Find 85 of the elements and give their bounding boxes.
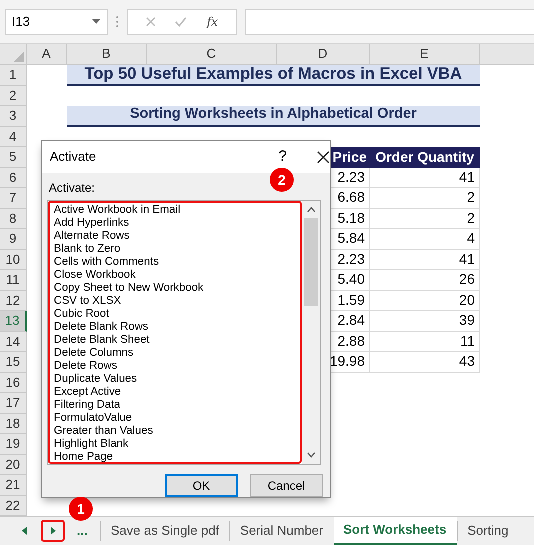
table-cell: 2	[370, 208, 480, 229]
table-cell: 43	[370, 352, 480, 372]
column-header[interactable]: B	[67, 44, 147, 64]
list-item[interactable]: Copy Sheet to New Workbook	[54, 282, 204, 295]
table-header: Order Quantity	[370, 147, 480, 168]
ok-button[interactable]: OK	[165, 474, 238, 497]
sheet-tab[interactable]: Save as Single pdf	[100, 521, 230, 541]
cancel-icon[interactable]	[146, 16, 156, 26]
scroll-thumb[interactable]	[304, 218, 318, 306]
row-header[interactable]: 3	[0, 106, 27, 126]
row-header[interactable]: 9	[0, 229, 27, 250]
row-header[interactable]: 17	[0, 393, 27, 414]
list-item[interactable]: CSV to XLSX	[54, 295, 204, 308]
list-item[interactable]: Delete Blank Rows	[54, 321, 204, 334]
row-header[interactable]: 5	[0, 147, 27, 168]
more-icon[interactable]	[116, 16, 119, 28]
previous-sheet-icon[interactable]	[22, 527, 27, 535]
list-item[interactable]: Cells with Comments	[54, 256, 204, 269]
sheet-tab[interactable]: Sorting	[456, 521, 519, 541]
scrollbar[interactable]	[302, 201, 320, 464]
list-item[interactable]: Delete Rows	[54, 360, 204, 373]
title-cell: Top 50 Useful Examples of Macros in Excel VBA	[67, 65, 480, 86]
help-button[interactable]: ?	[278, 146, 287, 168]
row-header[interactable]: 15	[0, 352, 27, 372]
more-sheets-button[interactable]: ...	[77, 521, 88, 541]
cancel-button[interactable]: Cancel	[250, 474, 323, 497]
list-item[interactable]: Close Workbook	[54, 269, 204, 282]
insert-function-button[interactable]: fx	[206, 12, 218, 30]
column-header[interactable]: D	[277, 44, 370, 64]
row-header[interactable]: 7	[0, 188, 27, 208]
table-cell: 41	[370, 168, 480, 188]
table-cell: 4	[370, 229, 480, 250]
row-header[interactable]: 2	[0, 86, 27, 106]
row-header[interactable]: 4	[0, 126, 27, 147]
list-item[interactable]: Highlight Blank	[54, 438, 204, 451]
list-item[interactable]: Duplicate Values	[54, 373, 204, 386]
list-item[interactable]: Alternate Rows	[54, 230, 204, 243]
row-header[interactable]: 16	[0, 372, 27, 393]
list-item[interactable]: FormulatoValue	[54, 412, 204, 425]
table-cell: 11	[370, 332, 480, 352]
list-item[interactable]: Filtering Data	[54, 399, 204, 412]
select-all-icon[interactable]	[14, 52, 24, 62]
list-item[interactable]: Active Workbook in Email	[54, 204, 204, 217]
enter-icon[interactable]	[175, 16, 188, 26]
subtitle-cell: Sorting Worksheets in Alphabetical Order	[67, 106, 480, 126]
sheet-tab[interactable]: Sort Worksheets	[334, 517, 457, 545]
close-icon[interactable]	[317, 150, 330, 164]
name-box[interactable]: I13	[5, 8, 108, 34]
list-item[interactable]: Delete Columns	[54, 347, 204, 360]
row-header[interactable]: 18	[0, 414, 27, 434]
row-header[interactable]: 6	[0, 168, 27, 188]
step-badge: 1	[69, 497, 93, 521]
row-header[interactable]: 1	[0, 65, 27, 86]
column-header[interactable]: E	[370, 44, 480, 64]
dialog-title: Activate	[50, 148, 98, 166]
table-cell: 39	[370, 311, 480, 332]
row-header[interactable]: 13	[0, 311, 27, 332]
list-item[interactable]: Home Page	[54, 451, 204, 464]
list-item[interactable]: Delete Blank Sheet	[54, 334, 204, 347]
next-sheet-icon[interactable]	[50, 527, 56, 535]
list-item[interactable]: Add Hyperlinks	[54, 217, 204, 230]
scroll-down-icon[interactable]	[306, 452, 316, 458]
list-item[interactable]: Except Active	[54, 386, 204, 399]
table-cell: 41	[370, 250, 480, 270]
column-header[interactable]: A	[27, 44, 67, 64]
table-cell: 26	[370, 270, 480, 290]
formula-field[interactable]	[245, 8, 534, 34]
dropdown-icon	[92, 19, 101, 24]
row-header[interactable]: 14	[0, 332, 27, 352]
list-item[interactable]: Blank to Zero	[54, 243, 204, 256]
row-header[interactable]: 20	[0, 454, 27, 475]
row-header[interactable]: 12	[0, 290, 27, 311]
row-header[interactable]: 11	[0, 270, 27, 290]
row-header[interactable]: 22	[0, 496, 27, 516]
list-item[interactable]: Greater than Values	[54, 425, 204, 438]
table-cell: 2	[370, 188, 480, 208]
row-header[interactable]: 10	[0, 250, 27, 270]
table-cell: 20	[370, 290, 480, 311]
row-header[interactable]: 19	[0, 434, 27, 454]
row-header[interactable]: 21	[0, 475, 27, 496]
row-header[interactable]: 8	[0, 208, 27, 229]
scroll-up-icon[interactable]	[306, 207, 316, 213]
list-item[interactable]: Cubic Root	[54, 308, 204, 321]
column-header[interactable]: C	[147, 44, 277, 64]
list-label: Activate:	[49, 180, 96, 195]
